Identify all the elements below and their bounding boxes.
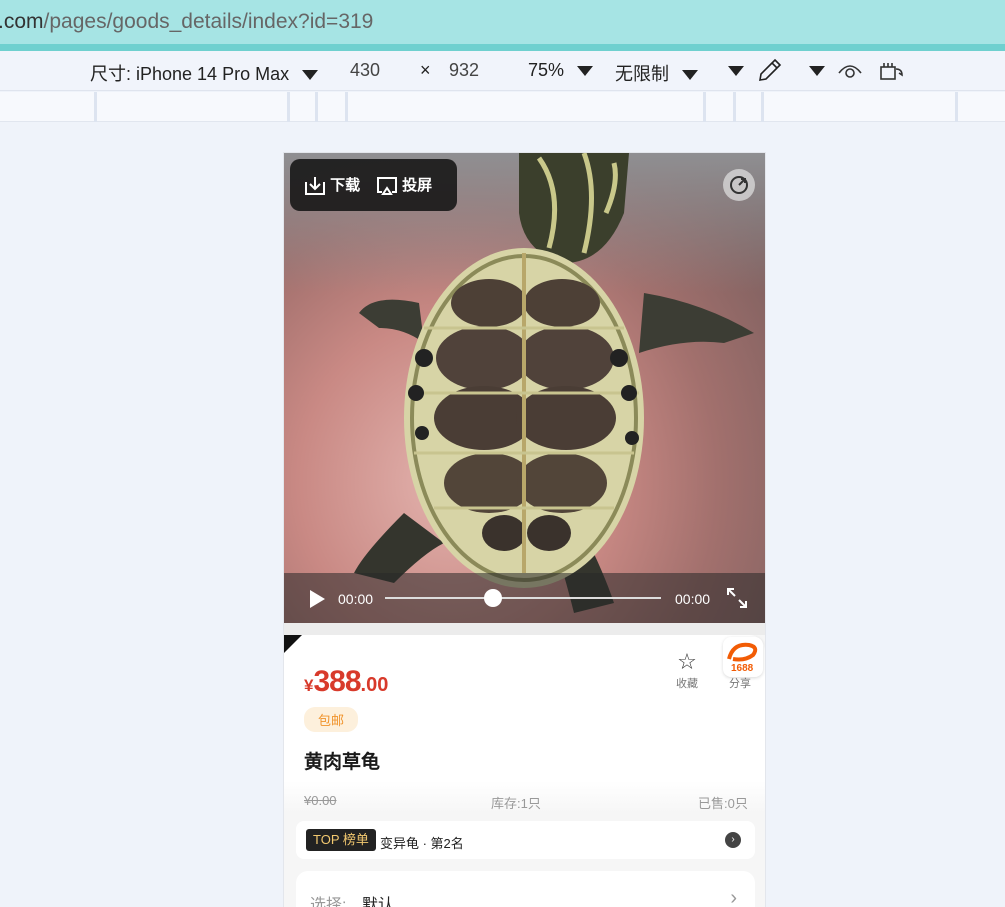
stock-count: 库存:1只 [491,796,541,811]
logo-1688-icon[interactable]: 1688 [723,637,763,677]
star-icon: ☆ [677,649,697,674]
download-icon [305,177,325,196]
product-title: 黄肉草龟 [304,752,381,773]
ruler-tick [733,92,736,122]
ruler-tick [315,92,318,122]
favorite-button[interactable]: ☆ 收藏 [672,649,702,691]
section-gap [284,623,765,635]
ruler-tick [94,92,97,122]
width-input[interactable]: 430 [350,60,380,81]
throttle-label: 无限制 [615,64,669,84]
chevron-down-icon [809,66,825,77]
share-arrow-icon [730,176,748,194]
ruler-tick [345,92,348,122]
chevron-down-icon [682,70,699,81]
duration-time: 00:00 [675,591,711,607]
download-label: 下载 [330,177,361,194]
ruler-tick [955,92,958,122]
chevron-down-icon [302,70,319,81]
logo-text: 1688 [731,663,754,674]
share-label: 分享 [729,678,751,690]
chevron-right-icon: › [730,887,737,907]
ruler-strip [0,92,1005,122]
more-options-dropdown[interactable] [728,60,744,81]
progress-track[interactable] [385,597,661,599]
video-top-actions: 下载 投屏 [290,159,457,211]
cast-icon [377,177,397,196]
product-info-card: ¥388.00 ☆ 收藏 分享 包邮 黄肉草龟 [284,635,765,805]
phone-viewport: 下载 投屏 00:00 00:00 ¥388.00 ☆ 收藏 分享 包邮 黄肉草… [284,153,765,907]
url-bar-edge [0,44,1005,51]
device-select[interactable]: 尺寸: iPhone 14 Pro Max [90,60,319,86]
product-price: ¥388.00 [304,665,388,699]
free-shipping-tag: 包邮 [304,707,359,732]
option-select-row[interactable]: 选择: 默认 › [296,871,755,907]
sold-count: 已售:0只 [698,796,748,811]
top-ranking-badge: TOP 榜单 [306,829,376,851]
chevron-down-icon [728,66,744,77]
video-share-button[interactable] [723,169,755,201]
ranking-text: 变异龟 · 第2名 [380,836,464,851]
badge-label: 榜单 [342,832,369,847]
ranking-row[interactable]: TOP 榜单 变异龟 · 第2名 › [296,821,755,859]
turtle-image [354,153,754,613]
fullscreen-icon[interactable] [726,587,748,612]
browser-url-bar[interactable]: .com/pages/goods_details/index?id=319 [0,0,1005,44]
play-icon[interactable] [308,589,326,612]
eye-icon[interactable] [837,59,863,86]
ruler-tick [761,92,764,122]
chevron-right-icon: › [725,832,741,848]
url-text[interactable]: .com/pages/goods_details/index?id=319 [0,10,373,34]
select-label: 选择: [310,897,347,907]
eyedropper-dropdown[interactable] [809,60,825,81]
device-label: 尺寸: iPhone 14 Pro Max [90,64,290,84]
throttle-select[interactable]: 无限制 [615,60,699,86]
device-toolbar: 尺寸: iPhone 14 Pro Max 430 × 932 75% 无限制 [0,51,1005,91]
eyedropper-icon[interactable] [757,57,783,88]
rotate-icon[interactable] [878,59,906,88]
ruler-tick [287,92,290,122]
url-path: /pages/goods_details/index?id=319 [43,10,374,33]
download-button[interactable]: 下载 [304,174,360,196]
price-integer: 388 [313,665,361,698]
favorite-label: 收藏 [676,678,698,690]
times-sign: × [420,60,431,80]
cast-button[interactable]: 投屏 [376,174,432,196]
zoom-label: 75% [528,60,565,80]
zoom-select[interactable]: 75% [528,60,594,81]
select-value: 默认 [362,897,395,907]
price-decimal: .00 [360,674,389,696]
product-meta-row: ¥0.00 库存:1只 已售:0只 [284,781,765,813]
original-price: ¥0.00 [304,793,337,808]
url-host: .com [0,10,44,33]
current-time: 00:00 [338,591,374,607]
video-controls: 00:00 00:00 [284,573,765,623]
height-input[interactable]: 932 [449,60,479,81]
product-video[interactable]: 下载 投屏 00:00 00:00 [284,153,765,623]
progress-handle[interactable] [483,589,502,607]
cast-label: 投屏 [402,177,433,194]
ruler-tick [703,92,706,122]
chevron-down-icon [577,66,594,77]
badge-top-text: TOP [313,832,340,847]
